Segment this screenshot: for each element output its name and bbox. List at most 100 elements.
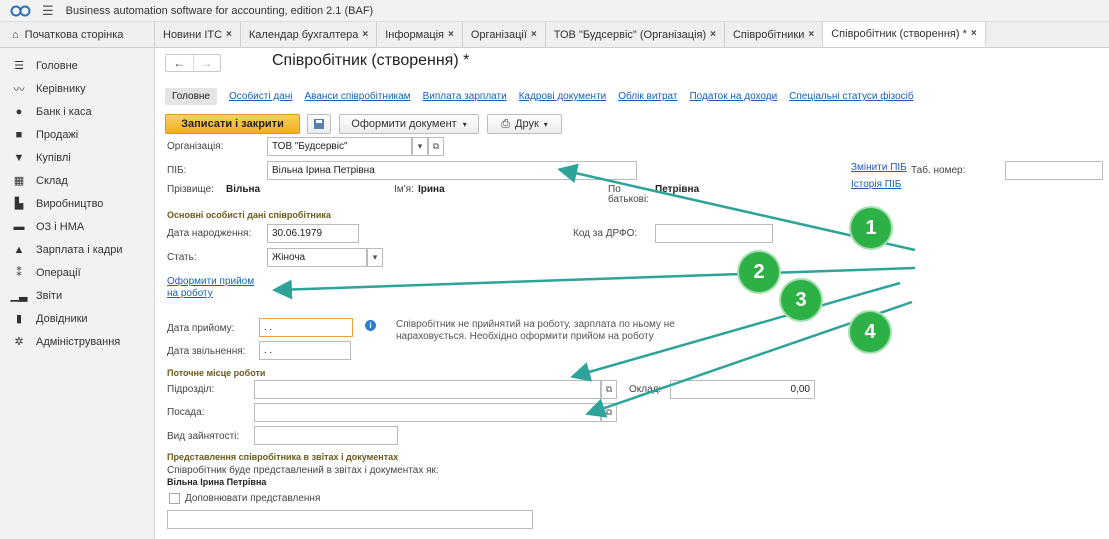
forward-arrow-icon[interactable]: → bbox=[192, 55, 221, 71]
sidebar-item-payroll-hr[interactable]: ▲ Зарплата і кадри bbox=[0, 238, 154, 261]
tab-employees[interactable]: Співробітники × bbox=[725, 22, 824, 47]
subtab-salary-payments[interactable]: Виплата зарплати bbox=[423, 91, 507, 102]
sex-field[interactable]: Жіноча bbox=[267, 248, 367, 267]
department-field[interactable] bbox=[254, 380, 601, 399]
app-title-bar: ☰ Business automation software for accou… bbox=[0, 0, 1109, 22]
hire-employee-link-cont[interactable]: на роботу bbox=[167, 288, 213, 299]
section-representation: Представлення співробітника в звітах і д… bbox=[167, 452, 399, 462]
annotation-marker-1: 1 bbox=[851, 208, 891, 248]
employment-type-field[interactable] bbox=[254, 426, 398, 445]
section-personal-data: Основні особисті дані співробітника bbox=[167, 210, 331, 220]
sex-dropdown[interactable]: ▾ bbox=[367, 248, 383, 267]
sidebar-item-fixed-assets[interactable]: ▬ ОЗ і НМА bbox=[0, 215, 154, 238]
subtab-advances[interactable]: Аванси співробітникам bbox=[305, 91, 411, 102]
subtab-hr-documents[interactable]: Кадрові документи bbox=[519, 91, 607, 102]
close-icon[interactable]: × bbox=[971, 28, 977, 39]
sidebar-item-manager[interactable]: 〰 Керівнику bbox=[0, 77, 154, 100]
organization-field[interactable]: ТОВ "Будсервіс" bbox=[267, 137, 412, 156]
operations-icon: ⁑ bbox=[16, 267, 22, 279]
tab-label: Початкова сторінка bbox=[24, 28, 124, 41]
subtab-income-tax[interactable]: Податок на доходи bbox=[689, 91, 777, 102]
print-button[interactable]: ⎙ Друк ▾ bbox=[487, 114, 562, 134]
organization-dropdown[interactable]: ▾ bbox=[412, 137, 428, 156]
sidebar-item-main[interactable]: ☰ Головне bbox=[0, 54, 154, 77]
save-button[interactable] bbox=[307, 114, 331, 134]
tab-accountant-calendar[interactable]: Календар бухгалтера × bbox=[241, 22, 378, 47]
full-name-value: Вільна Ірина Петрівна bbox=[272, 165, 375, 176]
sidebar-item-sales[interactable]: ■ Продажі bbox=[0, 123, 154, 146]
back-arrow-icon[interactable]: ← bbox=[166, 55, 193, 71]
surname-label: Прізвище: bbox=[167, 184, 214, 195]
main-menu-icon[interactable]: ☰ bbox=[42, 3, 54, 19]
sidebar-item-label: Операції bbox=[36, 266, 81, 279]
home-icon: ⌂ bbox=[12, 28, 19, 41]
chevron-down-icon: ▾ bbox=[462, 119, 467, 129]
annotation-marker-2: 2 bbox=[739, 252, 779, 292]
employee-form: ← → Співробітник (створення) * Головне О… bbox=[155, 48, 1109, 539]
drfo-field[interactable] bbox=[655, 224, 773, 243]
make-document-button[interactable]: Оформити документ ▾ bbox=[339, 114, 479, 134]
annotation-marker-3: 3 bbox=[781, 280, 821, 320]
hire-employee-link[interactable]: Оформити прийом bbox=[167, 276, 254, 287]
tab-organization-record[interactable]: ТОВ "Будсервіс" (Організація) × bbox=[546, 22, 725, 47]
close-icon[interactable]: × bbox=[531, 29, 537, 40]
tab-its-news[interactable]: Новини ІТС × bbox=[155, 22, 241, 47]
position-field[interactable] bbox=[254, 403, 601, 422]
full-name-field[interactable]: Вільна Ірина Петрівна bbox=[267, 161, 637, 180]
salary-field[interactable]: 0,00 bbox=[670, 380, 815, 399]
tab-label: ТОВ "Будсервіс" (Організація) bbox=[553, 28, 707, 41]
sidebar-item-production[interactable]: ▙ Виробництво bbox=[0, 192, 154, 215]
sidebar: ☰ Головне 〰 Керівнику ● Банк і каса ■ Продаж… bbox=[0, 48, 155, 539]
sidebar-item-administration[interactable]: ✲ Адміністрування bbox=[0, 330, 154, 353]
change-name-link[interactable]: Змінити ПІБ bbox=[851, 162, 907, 173]
organization-label: Організація: bbox=[167, 141, 224, 152]
tab-information[interactable]: Інформація × bbox=[377, 22, 463, 47]
sidebar-item-label: Зарплата і кадри bbox=[36, 243, 123, 256]
organization-value: ТОВ "Будсервіс" bbox=[272, 141, 348, 152]
department-open-button[interactable]: ⧉ bbox=[601, 380, 617, 399]
sidebar-item-warehouse[interactable]: ▦ Склад bbox=[0, 169, 154, 192]
dismissal-date-field[interactable]: . . bbox=[259, 341, 351, 360]
tab-label: Новини ІТС bbox=[163, 28, 223, 41]
hire-date-field[interactable]: . . bbox=[259, 318, 353, 337]
drfo-label: Код за ДРФО: bbox=[573, 228, 638, 239]
sidebar-item-label: ОЗ і НМА bbox=[36, 220, 85, 233]
subtab-main[interactable]: Головне bbox=[165, 88, 217, 105]
name-history-link[interactable]: Історія ПІБ bbox=[851, 179, 901, 190]
sidebar-item-purchases[interactable]: ▼ Купівлі bbox=[0, 146, 154, 169]
salary-label: Оклад: bbox=[629, 384, 662, 395]
bag-icon: ■ bbox=[15, 128, 23, 141]
sidebar-item-catalogs[interactable]: ▮ Довідники bbox=[0, 307, 154, 330]
sidebar-item-reports[interactable]: ▁▃ Звіти bbox=[0, 284, 154, 307]
open-form-icon: ⧉ bbox=[605, 407, 613, 417]
birth-date-field[interactable]: 30.06.1979 bbox=[267, 224, 359, 243]
close-icon[interactable]: × bbox=[710, 29, 716, 40]
close-icon[interactable]: × bbox=[226, 29, 232, 40]
subtab-personal-data[interactable]: Особисті дані bbox=[229, 91, 293, 102]
representation-field[interactable] bbox=[167, 510, 533, 529]
factory-icon: ▙ bbox=[14, 198, 24, 210]
representation-name: Вільна Ірина Петрівна bbox=[167, 477, 267, 487]
tab-organizations[interactable]: Організації × bbox=[463, 22, 546, 47]
close-icon[interactable]: × bbox=[808, 29, 814, 40]
sidebar-item-operations[interactable]: ⁑ Операції bbox=[0, 261, 154, 284]
open-tabs-bar: ⌂ Початкова сторінка Новини ІТС × Календа… bbox=[0, 22, 1109, 48]
sidebar-item-bank-cash[interactable]: ● Банк і каса bbox=[0, 100, 154, 123]
tab-home[interactable]: ⌂ Початкова сторінка bbox=[0, 22, 155, 47]
tab-label: Календар бухгалтера bbox=[248, 28, 359, 41]
hire-info-message: Співробітник не прийнятий на роботу, зар… bbox=[396, 319, 736, 343]
organization-open-button[interactable]: ⧉ bbox=[428, 137, 444, 156]
tab-number-field[interactable] bbox=[1005, 161, 1103, 180]
extend-representation-label: Доповнювати представлення bbox=[185, 493, 321, 504]
close-icon[interactable]: × bbox=[448, 29, 454, 40]
chevron-down-icon: ▾ bbox=[543, 119, 548, 129]
close-icon[interactable]: × bbox=[362, 29, 368, 40]
subtab-cost-accounting[interactable]: Облік витрат bbox=[618, 91, 677, 102]
tab-employee-create[interactable]: Співробітник (створення) * × bbox=[823, 22, 986, 47]
extend-representation-checkbox[interactable] bbox=[169, 493, 180, 504]
position-open-button[interactable]: ⧉ bbox=[601, 403, 617, 422]
hire-info-line-1: Співробітник не прийнятий на роботу, зар… bbox=[396, 319, 675, 330]
subtab-special-statuses[interactable]: Спеціальні статуси фізосіб bbox=[789, 91, 913, 102]
save-and-close-button[interactable]: Записати і закрити bbox=[165, 114, 300, 134]
gear-icon: ✲ bbox=[14, 336, 24, 348]
